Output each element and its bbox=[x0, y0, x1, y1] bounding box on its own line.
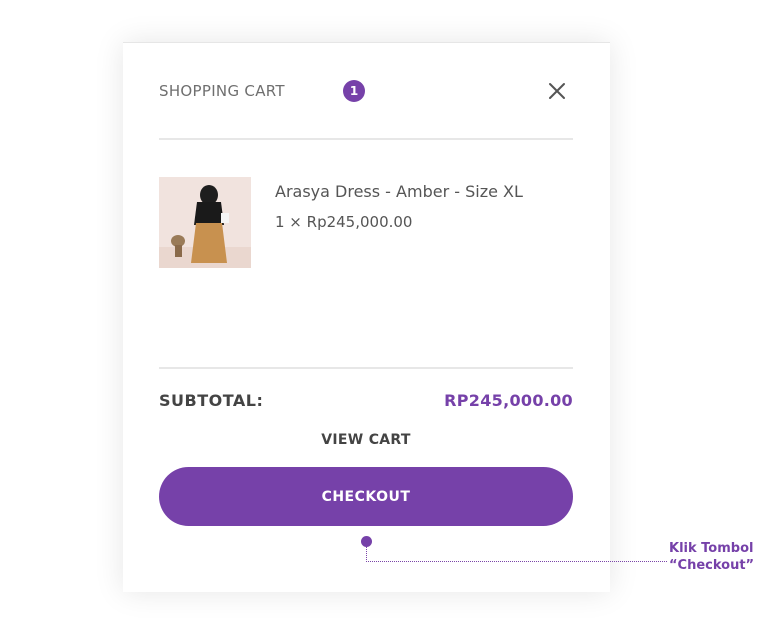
cart-item-name[interactable]: Arasya Dress - Amber - Size XL bbox=[275, 182, 523, 201]
close-icon[interactable] bbox=[545, 79, 569, 103]
cart-item-quantity-price: 1 × Rp245,000.00 bbox=[275, 213, 413, 231]
callout-label: Klik Tombol “Checkout” bbox=[669, 540, 754, 574]
callout-line-2: “Checkout” bbox=[669, 558, 755, 573]
subtotal-label: SUBTOTAL: bbox=[159, 391, 264, 410]
view-cart-link[interactable]: VIEW CART bbox=[159, 432, 573, 448]
cart-title: SHOPPING CART bbox=[159, 82, 285, 100]
cart-header: SHOPPING CART 1 bbox=[159, 79, 573, 105]
items-divider bbox=[159, 367, 573, 369]
checkout-button[interactable]: CHECKOUT bbox=[159, 467, 573, 526]
shopping-cart-panel: SHOPPING CART 1 Arasya Dress - Amber - S… bbox=[123, 42, 610, 592]
callout-leader-line bbox=[366, 546, 667, 562]
cart-count-badge: 1 bbox=[343, 80, 365, 102]
subtotal-value: RP245,000.00 bbox=[444, 391, 573, 410]
header-divider bbox=[159, 138, 573, 140]
product-thumbnail[interactable] bbox=[159, 177, 251, 268]
callout-line-1: Klik Tombol bbox=[669, 541, 754, 556]
